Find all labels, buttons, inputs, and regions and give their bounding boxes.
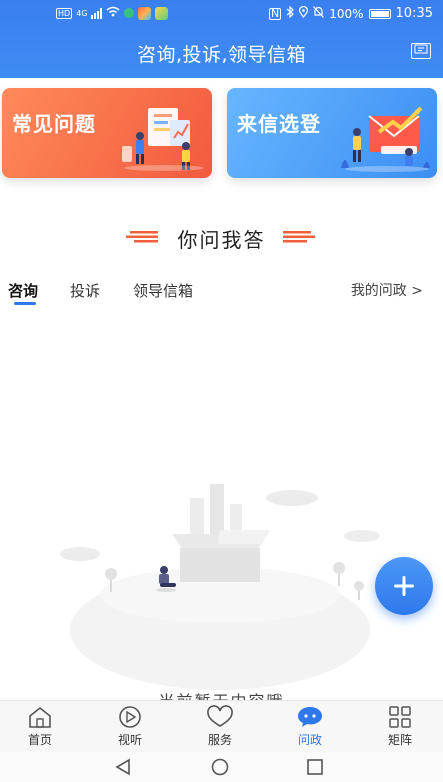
clock: 10:35 — [395, 6, 433, 21]
nav-home-label: 首页 — [27, 733, 52, 747]
faq-card[interactable]: 常见问题 — [2, 88, 212, 178]
add-question-button[interactable] — [375, 557, 433, 615]
home-icon — [29, 706, 51, 728]
battery-icon — [368, 8, 391, 19]
back-icon[interactable] — [114, 758, 132, 776]
bottom-nav: 首页 视听 服务 问政 矩阵 — [0, 700, 443, 752]
network-type: 4G — [76, 8, 88, 18]
page-title: 咨询,投诉,领导信箱 — [136, 44, 307, 66]
letters-card-label: 来信选登 — [237, 112, 321, 136]
nav-media-label: 视听 — [117, 733, 142, 747]
faq-card-label: 常见问题 — [12, 112, 96, 136]
tab-bar: 咨询 投诉 领导信箱 我的问政 > — [0, 276, 443, 306]
app-header: HD 4G N 100% 10:35 咨询,投诉,领导信箱 — [0, 0, 443, 78]
nav-matrix[interactable]: 矩阵 — [370, 705, 430, 748]
status-bar: HD 4G N 100% 10:35 — [0, 0, 443, 28]
title-decoration-right — [283, 231, 315, 243]
nav-home[interactable]: 首页 — [10, 705, 70, 748]
nav-matrix-label: 矩阵 — [387, 733, 412, 747]
chat-icon — [298, 707, 322, 727]
system-nav-bar — [0, 752, 443, 782]
tab-complaint[interactable]: 投诉 — [70, 280, 100, 301]
heart-icon — [207, 705, 233, 727]
letters-illustration — [341, 106, 430, 172]
faq-illustration — [122, 108, 204, 171]
battery-percent: 100% — [329, 6, 364, 21]
status-left: HD 4G — [56, 6, 169, 20]
hd-badge: HD — [56, 7, 73, 19]
nav-media[interactable]: 视听 — [100, 705, 160, 748]
signal-icon — [91, 7, 103, 19]
mailbox-icon[interactable] — [411, 43, 431, 59]
nav-inquiry-label: 问政 — [297, 733, 322, 747]
recents-icon[interactable] — [306, 758, 324, 776]
app-notification-icon — [155, 6, 169, 20]
nfc-icon: N — [268, 6, 282, 20]
active-tab-indicator — [14, 302, 36, 305]
app-notification-icon — [124, 8, 135, 18]
section-title: 你问我答 — [177, 228, 266, 252]
tab-consult[interactable]: 咨询 — [8, 280, 38, 301]
status-right: N 100% 10:35 — [268, 5, 433, 21]
location-icon — [299, 5, 309, 21]
play-icon — [119, 706, 141, 728]
my-inquiries-link[interactable]: 我的问政 > — [351, 280, 423, 300]
nav-inquiry[interactable]: 问政 — [280, 705, 340, 748]
tab-leader-mailbox[interactable]: 领导信箱 — [133, 280, 193, 301]
home-circle-icon[interactable] — [211, 758, 229, 776]
letters-card[interactable]: 来信选登 — [227, 88, 437, 178]
plus-icon — [394, 576, 414, 596]
mute-icon — [313, 6, 325, 21]
empty-state-illustration — [60, 484, 380, 690]
nav-service[interactable]: 服务 — [190, 705, 250, 748]
wifi-icon — [106, 6, 120, 20]
grid-icon — [389, 706, 411, 728]
app-notification-icon — [138, 6, 152, 20]
nav-service-label: 服务 — [207, 733, 232, 747]
bluetooth-icon — [286, 5, 295, 21]
